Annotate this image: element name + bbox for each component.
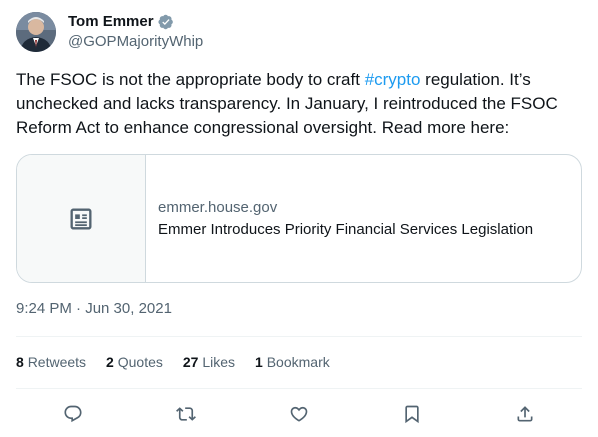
bookmark-icon (405, 405, 419, 424)
reply-button[interactable] (59, 400, 87, 428)
bookmarks-label: Bookmark (266, 354, 330, 370)
hashtag-link[interactable]: #crypto (365, 70, 421, 89)
share-icon (517, 406, 533, 422)
tweet-header: Tom Emmer @GOPMajorityWhip (16, 12, 582, 52)
quotes-label: Quotes (117, 354, 163, 370)
author-name[interactable]: Tom Emmer (68, 12, 154, 32)
quotes-stat[interactable]: 2 Quotes (106, 352, 163, 372)
tweet-text-start: The FSOC is not the appropriate body to … (16, 70, 365, 89)
likes-count: 27 (182, 354, 199, 370)
divider (16, 336, 582, 337)
share-button[interactable] (511, 400, 539, 428)
author-handle[interactable]: @GOPMajorityWhip (68, 32, 203, 52)
likes-stat[interactable]: 27 Likes (183, 352, 235, 372)
quotes-count: 2 (106, 354, 114, 370)
retweets-count: 8 (16, 354, 24, 370)
bookmarks-stat[interactable]: 1 Bookmark (255, 352, 330, 372)
tweet-timestamp[interactable]: 9:24 PM · Jun 30, 2021 (16, 299, 172, 319)
divider (16, 388, 582, 389)
action-bar (16, 400, 582, 428)
like-icon (290, 406, 308, 422)
engagement-stats: 8 Retweets 2 Quotes 27 Likes 1 Bookmark (16, 352, 350, 372)
verified-badge-icon (158, 14, 174, 30)
retweet-button[interactable] (172, 400, 200, 428)
card-title: Emmer Introduces Priority Financial Serv… (158, 220, 534, 238)
retweets-label: Retweets (27, 354, 87, 370)
bookmark-button[interactable] (398, 400, 426, 428)
retweets-stat[interactable]: 8 Retweets (16, 352, 86, 372)
avatar[interactable] (16, 12, 56, 52)
card-domain: emmer.house.gov (158, 198, 278, 216)
link-card[interactable]: emmer.house.gov Emmer Introduces Priorit… (16, 154, 582, 283)
bookmarks-count: 1 (255, 354, 263, 370)
likes-label: Likes (202, 354, 236, 370)
article-icon (70, 208, 92, 229)
retweet-icon (175, 407, 196, 421)
tweet-text: The FSOC is not the appropriate body to … (16, 68, 582, 140)
reply-icon (64, 405, 82, 423)
like-button[interactable] (285, 400, 313, 428)
card-thumbnail (17, 155, 146, 282)
